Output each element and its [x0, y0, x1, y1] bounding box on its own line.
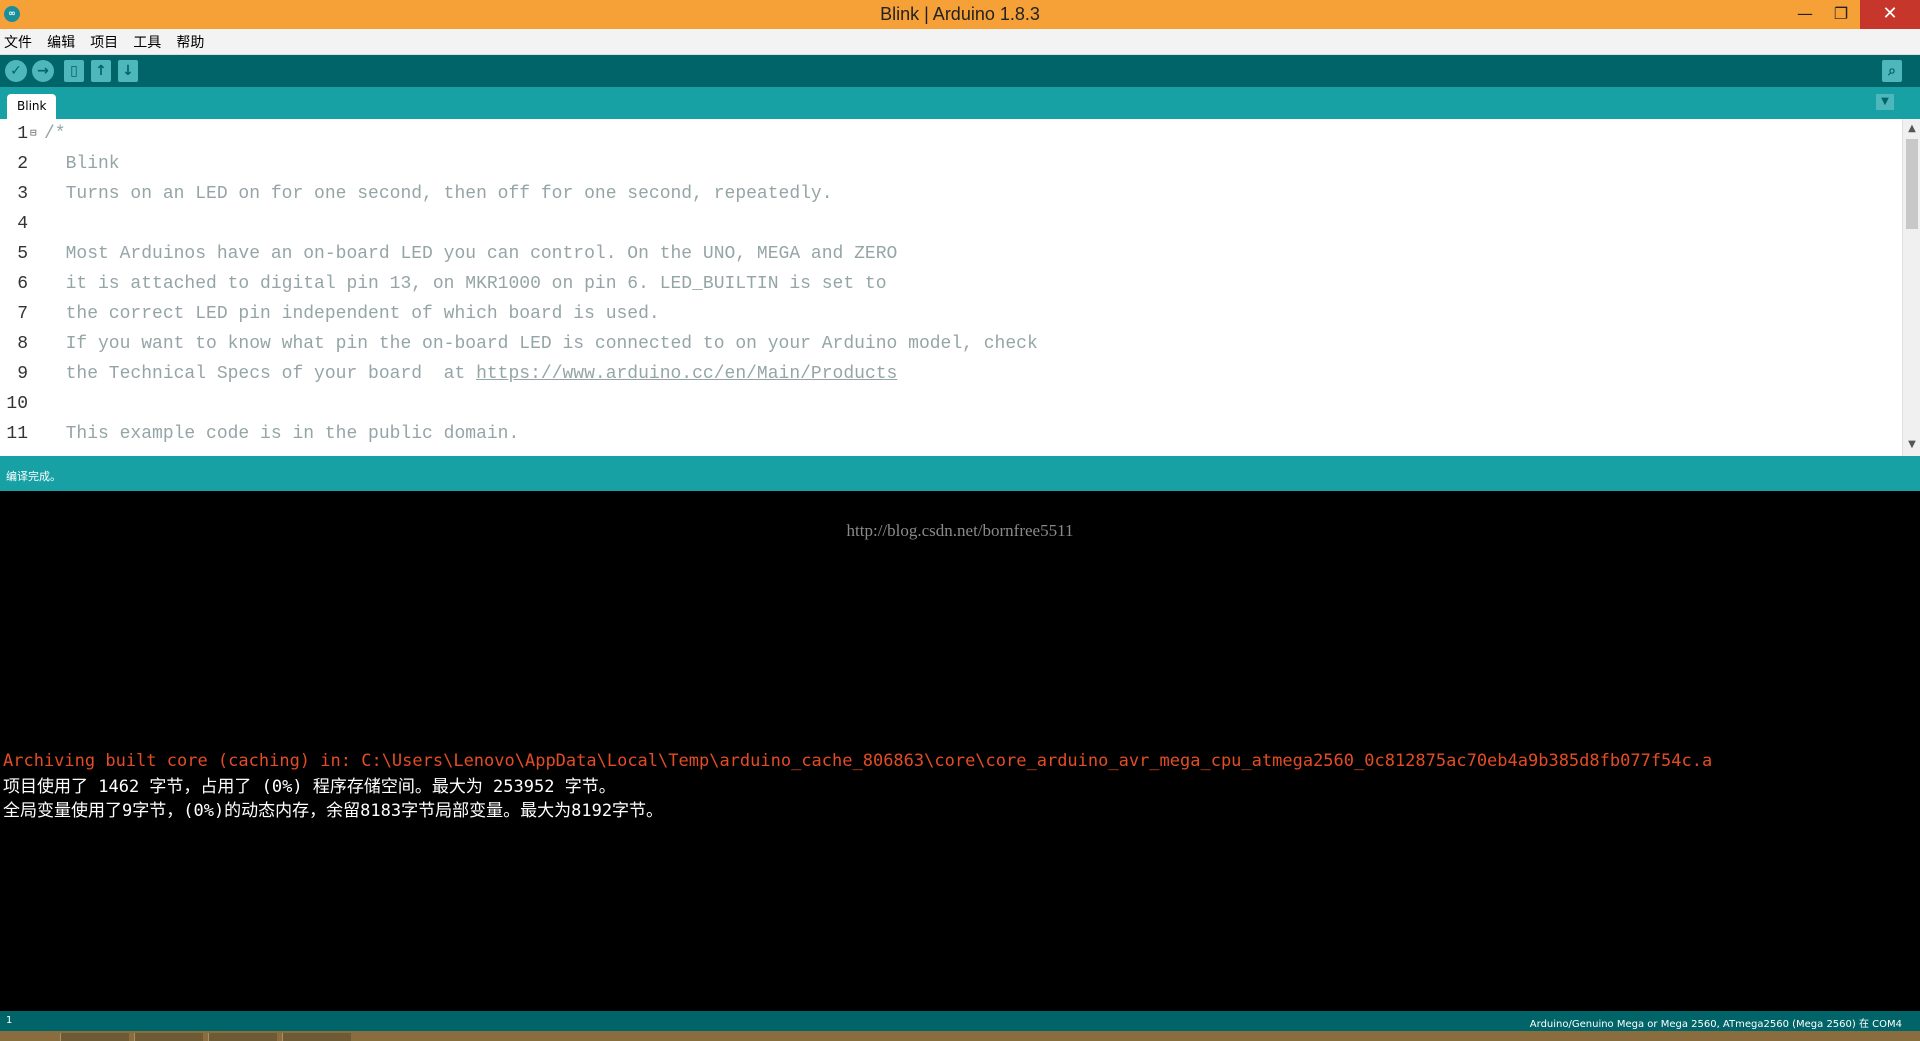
- taskbar-app[interactable]: [134, 1033, 203, 1041]
- code-text: Blink: [44, 149, 120, 179]
- line-number: 7: [17, 304, 28, 324]
- footer-bar: 1 Arduino/Genuino Mega or Mega 2560, ATm…: [0, 1011, 1920, 1031]
- line-number: 5: [17, 244, 28, 264]
- code-line[interactable]: 9 the Technical Specs of your board at h…: [0, 359, 1900, 389]
- status-message: 编译完成。: [6, 470, 61, 483]
- comment-text: This example code is in the public domai…: [44, 424, 520, 444]
- arrow-right-icon: →: [37, 63, 49, 79]
- code-line[interactable]: 4: [0, 209, 1900, 239]
- menu-file[interactable]: 文件: [0, 29, 38, 52]
- status-bar: 编译完成。: [0, 456, 1920, 491]
- menu-help[interactable]: 帮助: [172, 29, 210, 52]
- tab-bar: Blink ▼: [0, 87, 1920, 119]
- editor-scrollbar[interactable]: ▲ ▼: [1902, 119, 1920, 456]
- code-line[interactable]: 1 ⊟ /*: [0, 119, 1900, 149]
- line-number: 2: [17, 154, 28, 174]
- console-output[interactable]: http://blog.csdn.net/bornfree5511 Archiv…: [0, 491, 1920, 1011]
- comment-text: the correct LED pin independent of which…: [44, 304, 660, 324]
- taskbar-app[interactable]: [208, 1033, 277, 1041]
- save-button[interactable]: ↓: [118, 60, 138, 82]
- arrow-up-icon: ↑: [95, 63, 107, 79]
- taskbar-app[interactable]: [60, 1033, 129, 1041]
- chevron-down-icon: ▼: [1881, 96, 1889, 107]
- comment-text: the Technical Specs of your board at: [44, 364, 477, 384]
- menu-tools[interactable]: 工具: [129, 29, 167, 52]
- code-line[interactable]: 8 If you want to know what pin the on-bo…: [0, 329, 1900, 359]
- code-line[interactable]: 7 the correct LED pin independent of whi…: [0, 299, 1900, 329]
- toolbar: ✓ → ▯ ↑ ↓ ⌕: [0, 55, 1920, 87]
- tab-blink[interactable]: Blink: [7, 94, 57, 119]
- code-text: Turns on an LED on for one second, then …: [44, 179, 833, 209]
- watermark: http://blog.csdn.net/bornfree5511: [846, 521, 1074, 540]
- fold-icon[interactable]: ⊟: [30, 119, 37, 149]
- line-number: 6: [17, 274, 28, 294]
- code-text: the Technical Specs of your board at htt…: [44, 359, 898, 389]
- console-error-line: Archiving built core (caching) in: C:\Us…: [3, 751, 1713, 771]
- code-line[interactable]: 3 Turns on an LED on for one second, the…: [0, 179, 1900, 209]
- code-text: Most Arduinos have an on-board LED you c…: [44, 239, 898, 269]
- code-text: This example code is in the public domai…: [44, 419, 520, 449]
- line-number: 8: [17, 334, 28, 354]
- comment-text: If you want to know what pin the on-boar…: [44, 334, 1038, 354]
- scroll-down-icon[interactable]: ▼: [1903, 437, 1920, 453]
- code-line[interactable]: 10: [0, 389, 1900, 419]
- maximize-button[interactable]: ❐: [1818, 0, 1864, 29]
- code-line[interactable]: 6 it is attached to digital pin 13, on M…: [0, 269, 1900, 299]
- arrow-down-icon: ↓: [122, 63, 134, 79]
- code-editor[interactable]: 1 ⊟/* 2 Blink 3 Turns on an LED on for one …: [0, 119, 1920, 456]
- tab-menu-button[interactable]: ▼: [1876, 94, 1894, 110]
- verify-button[interactable]: ✓: [5, 60, 27, 82]
- code-line[interactable]: 2 Blink: [0, 149, 1900, 179]
- line-number: 11: [6, 424, 28, 444]
- code-text: the correct LED pin independent of which…: [44, 299, 660, 329]
- comment-text: /*: [44, 124, 66, 144]
- menu-edit[interactable]: 编辑: [43, 29, 81, 52]
- console-info-line: 全局变量使用了9字节，(0%)的动态内存，余留8183字节局部变量。最大为819…: [3, 801, 664, 821]
- comment-text: it is attached to digital pin 13, on MKR…: [44, 274, 887, 294]
- menu-bar: 文件 编辑 项目 工具 帮助: [0, 29, 1920, 55]
- comment-text: Turns on an LED on for one second, then …: [44, 184, 833, 204]
- window-title: Blink | Arduino 1.8.3: [880, 4, 1040, 24]
- code-text: it is attached to digital pin 13, on MKR…: [44, 269, 887, 299]
- products-link[interactable]: https://www.arduino.cc/en/Main/Products: [476, 364, 897, 384]
- menu-sketch[interactable]: 项目: [86, 29, 124, 52]
- code-text: If you want to know what pin the on-boar…: [44, 329, 1038, 359]
- board-port-info: Arduino/Genuino Mega or Mega 2560, ATmeg…: [1529, 1019, 1902, 1030]
- new-file-icon: ▯: [70, 63, 78, 79]
- line-number: 3: [17, 184, 28, 204]
- code-text: /*: [44, 119, 66, 149]
- check-icon: ✓: [10, 63, 22, 79]
- code-line[interactable]: 5 Most Arduinos have an on-board LED you…: [0, 239, 1900, 269]
- line-number: 4: [17, 214, 28, 234]
- scroll-thumb[interactable]: [1906, 139, 1918, 229]
- upload-button[interactable]: →: [32, 60, 54, 82]
- close-button[interactable]: ✕: [1860, 0, 1920, 29]
- line-number: 1: [17, 124, 28, 144]
- taskbar-app[interactable]: [282, 1033, 351, 1041]
- taskbar: [0, 1031, 1920, 1041]
- title-bar: ∞ Blink | Arduino 1.8.3 — ❐ ✕: [0, 0, 1920, 29]
- new-button[interactable]: ▯: [64, 60, 84, 82]
- line-number: 10: [6, 394, 28, 414]
- magnifier-icon: ⌕: [1888, 63, 1896, 79]
- comment-text: Blink: [44, 154, 120, 174]
- cursor-line-number: 1: [6, 1015, 13, 1026]
- comment-text: Most Arduinos have an on-board LED you c…: [44, 244, 898, 264]
- code-line[interactable]: 11 This example code is in the public do…: [0, 419, 1900, 449]
- scroll-up-icon[interactable]: ▲: [1903, 121, 1920, 137]
- line-number: 9: [17, 364, 28, 384]
- open-button[interactable]: ↑: [91, 60, 111, 82]
- serial-monitor-button[interactable]: ⌕: [1882, 60, 1902, 82]
